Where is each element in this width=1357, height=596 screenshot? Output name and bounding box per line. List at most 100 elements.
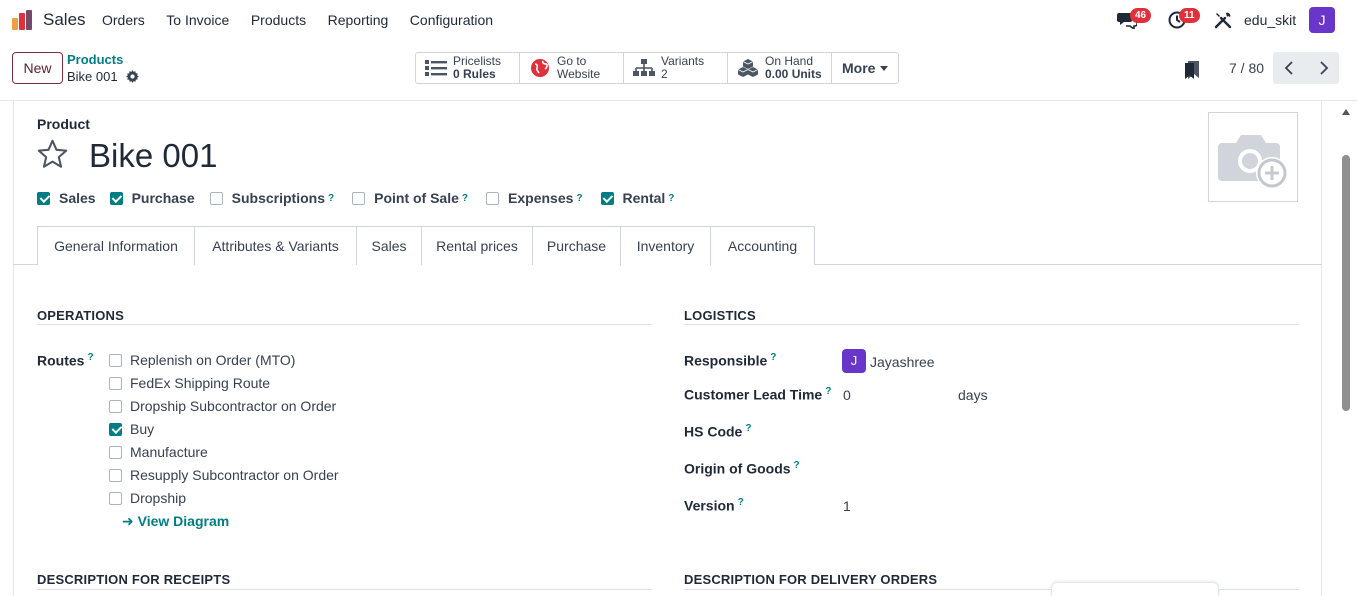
help-tooltip-icon[interactable]: ?	[738, 497, 744, 508]
bookmark-icon[interactable]	[1185, 61, 1199, 79]
route-resupply-subcontractor[interactable]: Resupply Subcontractor on Order	[109, 467, 339, 483]
user-name[interactable]: edu_skit	[1244, 12, 1296, 28]
route-resupply-subcontractor-label: Resupply Subcontractor on Order	[130, 467, 339, 483]
hs-code-input[interactable]	[843, 420, 1293, 442]
more-button[interactable]: More	[832, 53, 898, 83]
debug-tools-icon[interactable]	[1214, 11, 1232, 29]
routes-label: Routes?	[37, 352, 94, 369]
route-dropship-subcontractor[interactable]: Dropship Subcontractor on Order	[109, 398, 336, 414]
version-value: 1	[843, 498, 851, 514]
user-avatar[interactable]: J	[1309, 7, 1335, 33]
sales-app-icon[interactable]	[11, 9, 33, 31]
globe-icon	[531, 59, 549, 77]
route-mto[interactable]: Replenish on Order (MTO)	[109, 352, 295, 368]
product-name[interactable]: Bike 001	[89, 137, 217, 175]
route-manufacture-checkbox[interactable]	[109, 445, 122, 459]
subscriptions-checkbox[interactable]	[209, 191, 223, 205]
go-to-website-button[interactable]: Go to Website	[520, 53, 624, 83]
flag-expenses[interactable]: Expenses?	[486, 190, 583, 206]
route-dropship-subcontractor-checkbox[interactable]	[109, 399, 122, 413]
scroll-up-arrow[interactable]	[1342, 109, 1350, 115]
flag-subscriptions-label: Subscriptions	[231, 190, 325, 206]
flag-purchase[interactable]: Purchase	[109, 190, 195, 206]
route-buy[interactable]: Buy	[109, 421, 154, 437]
pager-previous-button[interactable]	[1273, 52, 1306, 84]
product-flags: Sales Purchase Subscriptions? Point of S…	[37, 190, 674, 206]
responsible-label: Responsible?	[684, 352, 776, 369]
operations-title: OPERATIONS	[37, 308, 124, 323]
tab-sales[interactable]: Sales	[356, 226, 422, 265]
pager-value[interactable]: 7 / 80	[1229, 60, 1264, 76]
help-tooltip-icon[interactable]: ?	[576, 193, 582, 204]
tab-inventory[interactable]: Inventory	[620, 226, 711, 266]
scrollbar-thumb[interactable]	[1342, 155, 1350, 411]
route-manufacture-label: Manufacture	[130, 444, 208, 460]
chevron-left-icon	[1284, 60, 1293, 75]
help-tooltip-icon[interactable]: ?	[794, 460, 800, 471]
flag-purchase-label: Purchase	[131, 190, 195, 206]
arrow-right-icon: ➜	[122, 513, 134, 529]
origin-of-goods-input[interactable]	[843, 457, 1293, 479]
route-fedex[interactable]: FedEx Shipping Route	[109, 375, 270, 391]
tab-accounting[interactable]: Accounting	[710, 226, 815, 265]
menu-reporting[interactable]: Reporting	[328, 12, 389, 28]
menu-configuration[interactable]: Configuration	[410, 12, 493, 28]
pricelists-button[interactable]: Pricelists 0 Rules	[416, 53, 520, 83]
responsible-label-text: Responsible	[684, 352, 768, 369]
pricelists-value: 0 Rules	[453, 67, 496, 81]
app-name[interactable]: Sales	[43, 10, 86, 30]
purchase-checkbox[interactable]	[109, 191, 123, 205]
route-dropship-subcontractor-label: Dropship Subcontractor on Order	[130, 398, 337, 414]
expenses-checkbox[interactable]	[486, 191, 500, 205]
flag-rental[interactable]: Rental?	[600, 190, 674, 206]
route-manufacture[interactable]: Manufacture	[109, 444, 208, 460]
menu-products[interactable]: Products	[251, 12, 306, 28]
lead-time-input[interactable]: 0	[843, 387, 851, 403]
route-resupply-subcontractor-checkbox[interactable]	[109, 468, 122, 482]
help-tooltip-icon[interactable]: ?	[328, 193, 334, 204]
point-of-sale-checkbox[interactable]	[352, 191, 366, 205]
new-button[interactable]: New	[12, 52, 63, 84]
sales-checkbox[interactable]	[37, 191, 50, 205]
floating-toolbar[interactable]	[1051, 582, 1219, 596]
caret-down-icon	[880, 65, 889, 71]
responsible-field[interactable]: Jayashree	[870, 354, 935, 370]
tab-general-information[interactable]: General Information	[37, 226, 195, 265]
help-tooltip-icon[interactable]: ?	[770, 352, 776, 363]
menu-to-invoice[interactable]: To Invoice	[166, 12, 229, 28]
version-label: Version?	[684, 497, 744, 514]
help-tooltip-icon[interactable]: ?	[825, 386, 831, 397]
responsible-avatar: J	[842, 349, 866, 373]
route-dropship-checkbox[interactable]	[109, 491, 122, 505]
on-hand-button[interactable]: On Hand 0.00 Units	[728, 53, 832, 83]
help-tooltip-icon[interactable]: ?	[745, 423, 751, 434]
route-mto-checkbox[interactable]	[109, 353, 122, 367]
view-diagram-link[interactable]: ➜ View Diagram	[122, 513, 229, 530]
gear-icon[interactable]	[126, 70, 139, 83]
tab-attributes-variants[interactable]: Attributes & Variants	[194, 226, 357, 265]
more-label: More	[842, 60, 876, 76]
help-tooltip-icon[interactable]: ?	[87, 352, 93, 363]
tab-purchase[interactable]: Purchase	[532, 226, 621, 265]
route-fedex-label: FedEx Shipping Route	[130, 375, 271, 391]
star-icon[interactable]	[36, 138, 69, 171]
route-dropship-label: Dropship	[130, 490, 187, 506]
pager-next-button[interactable]	[1306, 52, 1339, 84]
notebook-tabs: General Information Attributes & Variant…	[13, 226, 1322, 266]
route-buy-checkbox[interactable]	[109, 422, 122, 436]
route-dropship[interactable]: Dropship	[109, 490, 186, 506]
tab-rental-prices[interactable]: Rental prices	[421, 226, 533, 265]
menu-orders[interactable]: Orders	[102, 12, 145, 28]
route-fedex-checkbox[interactable]	[109, 376, 122, 390]
breadcrumb-products[interactable]: Products	[67, 52, 123, 67]
flag-subscriptions[interactable]: Subscriptions?	[209, 190, 334, 206]
activity-count-badge: 11	[1179, 8, 1200, 23]
rental-checkbox[interactable]	[600, 191, 614, 205]
help-tooltip-icon[interactable]: ?	[668, 193, 674, 204]
flag-sales[interactable]: Sales	[37, 190, 96, 206]
help-tooltip-icon[interactable]: ?	[462, 193, 468, 204]
main-menu: Orders To Invoice Products Reporting Con…	[102, 12, 515, 28]
variants-button[interactable]: Variants 2	[624, 53, 728, 83]
product-image[interactable]	[1208, 112, 1298, 202]
flag-point-of-sale[interactable]: Point of Sale?	[352, 190, 468, 206]
